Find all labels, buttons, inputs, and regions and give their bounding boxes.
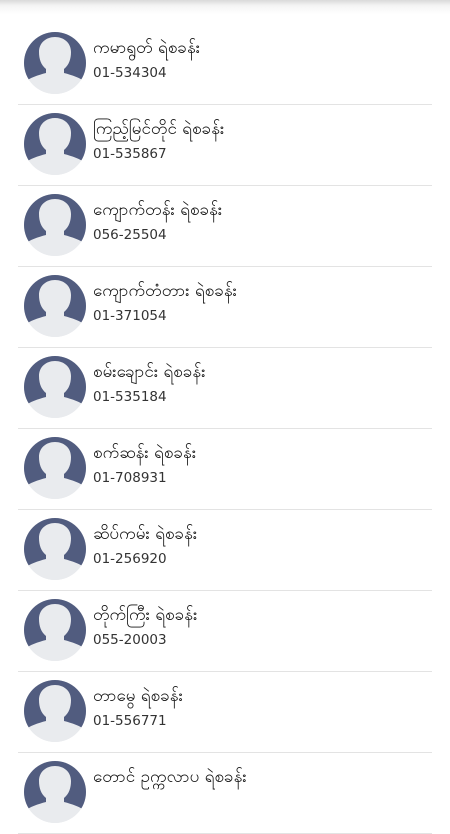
contact-list-item[interactable]: ကမာရွတ် ရဲစခန်း 01-534304	[18, 24, 432, 105]
contact-name: ကျောက်တံတား ရဲစခန်း	[93, 281, 237, 301]
contact-list-item[interactable]: စက်ဆန်း ရဲစခန်း 01-708931	[18, 429, 432, 510]
person-avatar-icon	[24, 356, 86, 418]
contact-name: တာမွေ ရဲစခန်း	[93, 686, 183, 706]
contact-name: ကြည့်မြင်တိုင် ရဲစခန်း	[93, 119, 225, 139]
app-bar-shadow	[0, 0, 450, 14]
contact-phone: 056-25504	[93, 227, 167, 243]
contact-phone: 055-20003	[93, 632, 167, 648]
contact-phone: 01-556771	[93, 713, 167, 729]
contact-name: စမ်းချောင်း ရဲစခန်း	[93, 362, 206, 382]
person-avatar-icon	[24, 599, 86, 661]
contact-list-item[interactable]: တောင် ဥက္ကလာပ ရဲစခန်း	[18, 753, 432, 834]
contact-list-item[interactable]: တိုက်ကြီး ရဲစခန်း 055-20003	[18, 591, 432, 672]
person-avatar-icon	[24, 680, 86, 742]
contact-phone: 01-534304	[93, 65, 167, 81]
contact-list-item[interactable]: ကြည့်မြင်တိုင် ရဲစခန်း 01-535867	[18, 105, 432, 186]
contact-list-item[interactable]: ဆိပ်ကမ်း ရဲစခန်း 01-256920	[18, 510, 432, 591]
person-avatar-icon	[24, 275, 86, 337]
contact-list-item[interactable]: တာမွေ ရဲစခန်း 01-556771	[18, 672, 432, 753]
person-avatar-icon	[24, 437, 86, 499]
contact-name: ကမာရွတ် ရဲစခန်း	[93, 38, 201, 58]
person-avatar-icon	[24, 761, 86, 823]
contact-name: တောင် ဥက္ကလာပ ရဲစခန်း	[93, 767, 247, 787]
person-avatar-icon	[24, 32, 86, 94]
contact-list: ကမာရွတ် ရဲစခန်း 01-534304 ကြည့်မြင်တိုင်…	[0, 24, 450, 834]
person-avatar-icon	[24, 113, 86, 175]
contact-phone: 01-535184	[93, 389, 167, 405]
person-avatar-icon	[24, 194, 86, 256]
contact-phone: 01-708931	[93, 470, 167, 486]
contact-name: စက်ဆန်း ရဲစခန်း	[93, 443, 197, 463]
person-avatar-icon	[24, 518, 86, 580]
contact-phone: 01-535867	[93, 146, 167, 162]
contact-name: တိုက်ကြီး ရဲစခန်း	[93, 605, 198, 625]
contact-list-item[interactable]: ကျောက်တံတား ရဲစခန်း 01-371054	[18, 267, 432, 348]
contact-list-item[interactable]: စမ်းချောင်း ရဲစခန်း 01-535184	[18, 348, 432, 429]
contact-name: ဆိပ်ကမ်း ရဲစခန်း	[93, 524, 198, 544]
contact-phone: 01-256920	[93, 551, 167, 567]
contact-phone: 01-371054	[93, 308, 167, 324]
contact-list-item[interactable]: ကျောက်တန်း ရဲစခန်း 056-25504	[18, 186, 432, 267]
contact-name: ကျောက်တန်း ရဲစခန်း	[93, 200, 223, 220]
